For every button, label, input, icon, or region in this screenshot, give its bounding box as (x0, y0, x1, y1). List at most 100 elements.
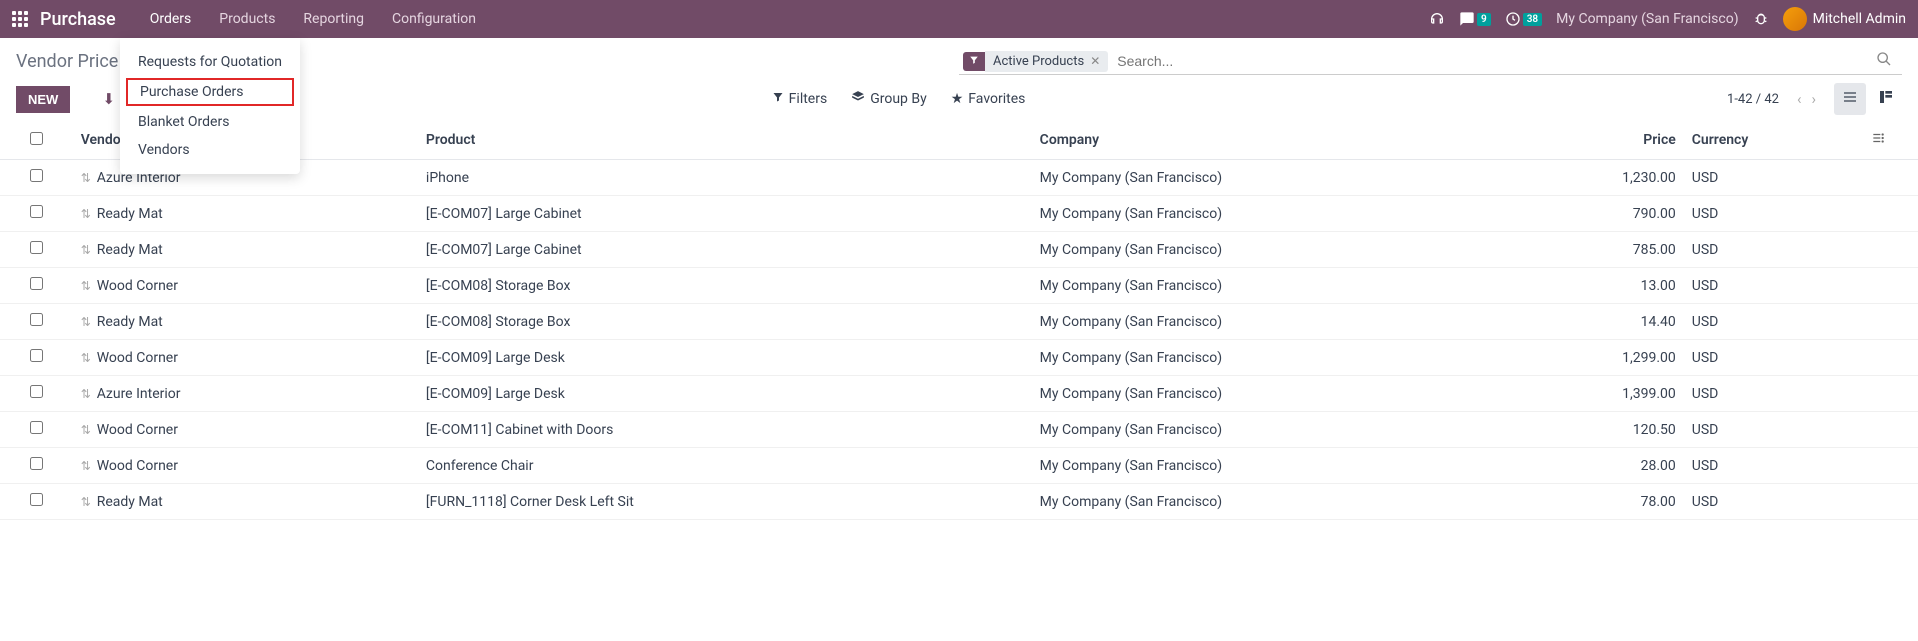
table-row[interactable]: ⇅Azure Interior [E-COM09] Large Desk My … (0, 376, 1918, 412)
nav-products[interactable]: Products (205, 0, 289, 38)
nav-orders[interactable]: Orders (136, 0, 206, 38)
navbar-left: Purchase Orders Products Reporting Confi… (12, 0, 490, 38)
groupby-button[interactable]: Group By (851, 90, 927, 108)
table-row[interactable]: ⇅Ready Mat [E-COM08] Storage Box My Comp… (0, 304, 1918, 340)
header-checkbox-cell (0, 121, 73, 160)
drag-handle-icon[interactable]: ⇅ (81, 315, 93, 329)
cell-currency: USD (1684, 232, 1837, 268)
table-row[interactable]: ⇅Wood Corner [E-COM08] Storage Box My Co… (0, 268, 1918, 304)
pager-prev-icon[interactable]: ‹ (1793, 86, 1806, 112)
row-checkbox[interactable] (30, 241, 43, 254)
drag-handle-icon[interactable]: ⇅ (81, 495, 93, 509)
drag-handle-icon[interactable]: ⇅ (81, 387, 93, 401)
cell-currency: USD (1684, 376, 1837, 412)
pager-next-icon[interactable]: › (1807, 86, 1820, 112)
facet-remove-icon[interactable]: ✕ (1090, 54, 1100, 68)
select-all-checkbox[interactable] (30, 132, 43, 145)
options-icon[interactable] (1871, 133, 1885, 149)
main-navbar: Purchase Orders Products Reporting Confi… (0, 0, 1918, 38)
debug-icon[interactable] (1753, 11, 1769, 27)
col-price[interactable]: Price (1530, 121, 1683, 160)
cell-currency: USD (1684, 484, 1837, 520)
cell-company: My Company (San Francisco) (1032, 196, 1531, 232)
cell-vendor: ⇅Wood Corner (73, 340, 418, 376)
download-button[interactable]: ⬇ (80, 86, 119, 112)
table-row[interactable]: ⇅Wood Corner [E-COM09] Large Desk My Com… (0, 340, 1918, 376)
new-button[interactable]: NEW (16, 86, 70, 113)
nav-reporting[interactable]: Reporting (289, 0, 378, 38)
cell-vendor: ⇅Azure Interior (73, 376, 418, 412)
cell-currency: USD (1684, 268, 1837, 304)
funnel-icon (772, 91, 784, 107)
list-view-icon[interactable] (1834, 83, 1866, 115)
cell-company: My Company (San Francisco) (1032, 484, 1531, 520)
search-bar[interactable]: Active Products ✕ (959, 48, 1902, 75)
user-menu[interactable]: Mitchell Admin (1783, 7, 1906, 31)
messages-icon[interactable]: 9 (1459, 11, 1491, 27)
nav-configuration[interactable]: Configuration (378, 0, 490, 38)
apps-icon[interactable] (12, 11, 28, 27)
pager-text[interactable]: 1-42 / 42 (1727, 92, 1779, 107)
cell-options (1837, 196, 1918, 232)
cell-vendor: ⇅Ready Mat (73, 232, 418, 268)
row-checkbox[interactable] (30, 421, 43, 434)
filters-button[interactable]: Filters (772, 90, 828, 108)
row-checkbox-cell (0, 340, 73, 376)
company-switcher[interactable]: My Company (San Francisco) (1556, 11, 1738, 27)
cell-options (1837, 448, 1918, 484)
avatar (1783, 7, 1807, 31)
search-input[interactable] (1114, 50, 1864, 72)
drag-handle-icon[interactable]: ⇅ (81, 207, 93, 221)
dropdown-rfq[interactable]: Requests for Quotation (120, 48, 300, 76)
cell-price: 785.00 (1530, 232, 1683, 268)
table-row[interactable]: ⇅Wood Corner Conference Chair My Company… (0, 448, 1918, 484)
cell-product: [E-COM08] Storage Box (418, 268, 1032, 304)
drag-handle-icon[interactable]: ⇅ (81, 459, 93, 473)
table-row[interactable]: ⇅Ready Mat [FURN_1118] Corner Desk Left … (0, 484, 1918, 520)
cp-right: 1-42 / 42 ‹ › (1727, 83, 1902, 115)
cell-company: My Company (San Francisco) (1032, 232, 1531, 268)
orders-dropdown: Requests for Quotation Purchase Orders B… (120, 38, 300, 174)
row-checkbox[interactable] (30, 205, 43, 218)
favorites-button[interactable]: ★ Favorites (951, 90, 1026, 108)
dropdown-purchase-orders[interactable]: Purchase Orders (126, 78, 294, 106)
row-checkbox[interactable] (30, 277, 43, 290)
cell-price: 790.00 (1530, 196, 1683, 232)
table-row[interactable]: ⇅Wood Corner [E-COM11] Cabinet with Door… (0, 412, 1918, 448)
cell-price: 13.00 (1530, 268, 1683, 304)
kanban-view-icon[interactable] (1870, 83, 1902, 115)
row-checkbox[interactable] (30, 349, 43, 362)
cell-options (1837, 304, 1918, 340)
search-icon[interactable] (1870, 51, 1898, 71)
row-checkbox-cell (0, 196, 73, 232)
table-row[interactable]: ⇅Ready Mat [E-COM07] Large Cabinet My Co… (0, 196, 1918, 232)
drag-handle-icon[interactable]: ⇅ (81, 351, 93, 365)
row-checkbox[interactable] (30, 457, 43, 470)
col-company[interactable]: Company (1032, 121, 1531, 160)
support-icon[interactable] (1429, 11, 1445, 27)
drag-handle-icon[interactable]: ⇅ (81, 279, 93, 293)
dropdown-vendors[interactable]: Vendors (120, 136, 300, 164)
messages-badge: 9 (1477, 13, 1491, 26)
col-currency[interactable]: Currency (1684, 121, 1837, 160)
drag-handle-icon[interactable]: ⇅ (81, 243, 93, 257)
drag-handle-icon[interactable]: ⇅ (81, 171, 93, 185)
download-icon: ⬇ (103, 91, 116, 108)
row-checkbox[interactable] (30, 385, 43, 398)
facet-text: Active Products (993, 54, 1084, 69)
cell-options (1837, 268, 1918, 304)
cell-options (1837, 160, 1918, 196)
cell-currency: USD (1684, 304, 1837, 340)
row-checkbox[interactable] (30, 493, 43, 506)
activities-icon[interactable]: 38 (1505, 11, 1542, 27)
row-checkbox[interactable] (30, 169, 43, 182)
drag-handle-icon[interactable]: ⇅ (81, 423, 93, 437)
table-row[interactable]: ⇅Ready Mat [E-COM07] Large Cabinet My Co… (0, 232, 1918, 268)
cell-options (1837, 412, 1918, 448)
dropdown-blanket[interactable]: Blanket Orders (120, 108, 300, 136)
app-brand[interactable]: Purchase (40, 9, 116, 30)
row-checkbox[interactable] (30, 313, 43, 326)
cell-product: iPhone (418, 160, 1032, 196)
row-checkbox-cell (0, 232, 73, 268)
col-product[interactable]: Product (418, 121, 1032, 160)
